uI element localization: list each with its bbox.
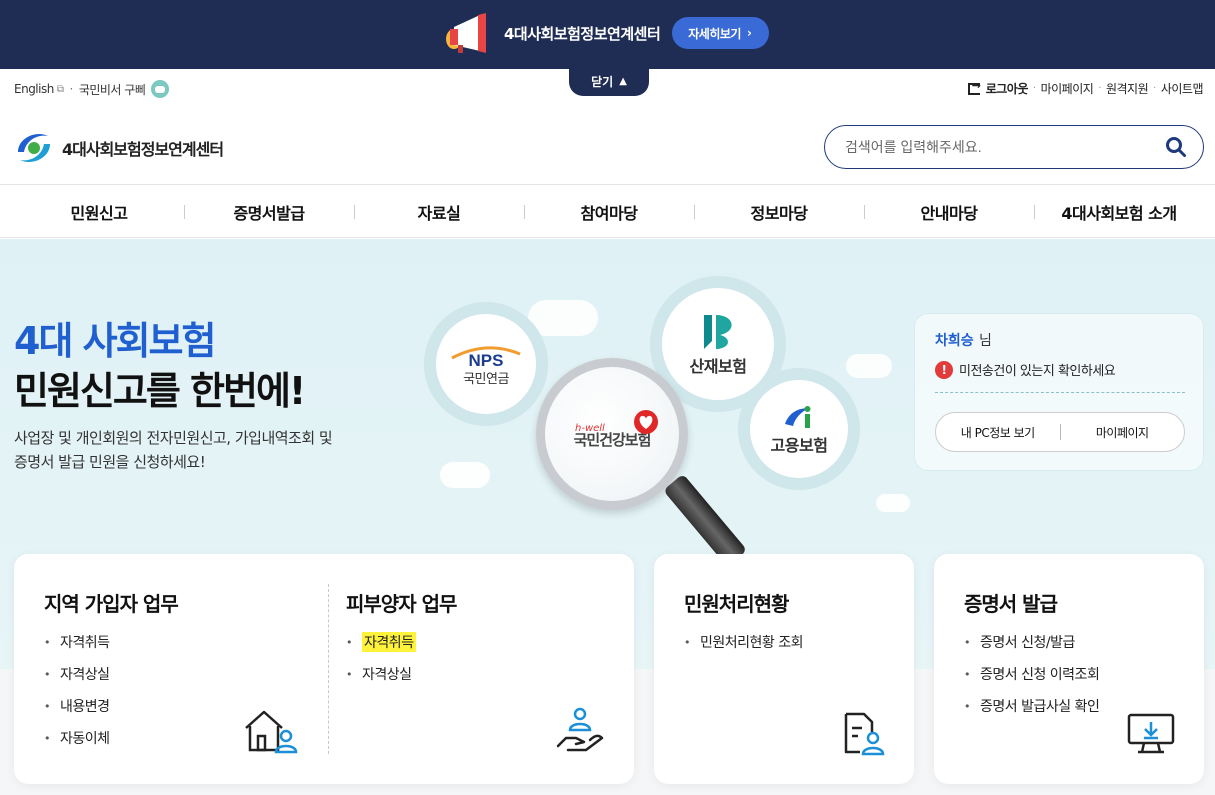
regional-list: 자격취득 자격상실 내용변경 자동이체 <box>44 626 110 754</box>
logout-label: 로그아웃 <box>985 82 1029 96</box>
cloud-decoration <box>876 494 910 512</box>
card-certificate: 증명서 발급 증명서 신청/발급 증명서 신청 이력조회 증명서 발급사실 확인 <box>934 554 1204 784</box>
remote-support-link[interactable]: 원격지원 <box>1106 80 1149 97</box>
nps-circle[interactable]: NPS 국민연금 <box>424 302 548 426</box>
alert-icon: ! <box>935 360 953 379</box>
nav-item-participation[interactable]: 참여마당 <box>524 185 694 239</box>
separator: · <box>1098 83 1101 94</box>
util-right: 로그아웃 · 마이페이지 · 원격지원 · 사이트맵 <box>967 79 1204 97</box>
chatbot-link[interactable]: 국민비서 구삐 <box>79 81 146 98</box>
chevron-up-icon: ▲ <box>619 75 627 87</box>
banner-close-button[interactable]: 닫기 ▲ <box>569 66 649 96</box>
hwell-logo-text: h-well <box>575 423 605 434</box>
user-mypage-button[interactable]: 마이페이지 <box>1061 424 1185 441</box>
card-divider <box>328 584 329 754</box>
house-user-icon <box>245 710 298 754</box>
nav-item-about[interactable]: 4대사회보험 소개 <box>1034 185 1204 239</box>
search-input[interactable] <box>845 139 1165 155</box>
top-banner: 4대사회보험정보연계센터 자세히보기 › <box>0 0 1215 69</box>
banner-more-button[interactable]: 자세히보기 › <box>672 17 770 49</box>
pc-info-button[interactable]: 내 PC정보 보기 <box>936 424 1060 441</box>
logo-mark-icon <box>18 133 50 163</box>
hand-user-icon <box>556 707 604 752</box>
status-title: 민원처리현황 <box>684 592 789 616</box>
user-suffix: 님 <box>979 333 992 349</box>
status-item-lookup[interactable]: 민원처리현황 조회 <box>684 626 804 658</box>
banner-more-label: 자세히보기 <box>688 26 741 41</box>
logout-icon <box>967 79 980 95</box>
english-link[interactable]: English <box>14 82 54 96</box>
banner-close-label: 닫기 <box>591 74 614 89</box>
cert-list: 증명서 신청/발급 증명서 신청 이력조회 증명서 발급사실 확인 <box>964 626 1100 722</box>
divider <box>935 392 1185 393</box>
unsent-alert[interactable]: ! 미전송건이 있는지 확인하세요 <box>935 360 1116 379</box>
dependent-item-lose[interactable]: 자격상실 <box>346 658 416 690</box>
mypage-link[interactable]: 마이페이지 <box>1041 80 1094 97</box>
banner-title: 4대사회보험정보연계센터 <box>504 24 661 43</box>
ei-logo-icon <box>785 406 811 428</box>
chevron-right-icon: › <box>746 26 752 40</box>
banner-content: 4대사회보험정보연계센터 자세히보기 › <box>440 13 770 53</box>
hero-title-line2: 민원신고를 한번에! <box>14 369 306 413</box>
regional-item-lose[interactable]: 자격상실 <box>44 658 110 690</box>
regional-item-change[interactable]: 내용변경 <box>44 690 110 722</box>
cert-item-verify[interactable]: 증명서 발급사실 확인 <box>964 690 1100 722</box>
user-panel: 차희승 님 ! 미전송건이 있는지 확인하세요 내 PC정보 보기 마이페이지 <box>914 313 1204 471</box>
separator: · <box>69 82 73 96</box>
ei-label: 고용보험 <box>770 436 828 455</box>
search-icon[interactable] <box>1165 136 1187 158</box>
logo-text: 4대사회보험정보연계센터 <box>62 140 224 159</box>
card-regional-dependent: 지역 가입자 업무 자격취득 자격상실 내용변경 자동이체 피부양자 업무 자격… <box>14 554 634 784</box>
nav-item-archive[interactable]: 자료실 <box>354 185 524 239</box>
kcomwel-logo-icon <box>704 315 732 349</box>
cloud-decoration <box>440 462 490 488</box>
chatbot-icon[interactable] <box>151 80 170 98</box>
regional-title: 지역 가입자 업무 <box>44 592 179 616</box>
nhis-heart-icon <box>634 410 658 434</box>
kcomwel-label: 산재보험 <box>689 357 747 376</box>
nps-logo-text: NPS <box>469 351 504 368</box>
alert-text: 미전송건이 있는지 확인하세요 <box>959 364 1116 379</box>
nav-item-info[interactable]: 정보마당 <box>694 185 864 239</box>
cert-title: 증명서 발급 <box>964 592 1058 616</box>
nav-item-guide[interactable]: 안내마당 <box>864 185 1034 239</box>
search-box <box>824 125 1204 169</box>
card-status: 민원처리현황 민원처리현황 조회 <box>654 554 914 784</box>
nps-label: 국민연금 <box>463 371 509 387</box>
cert-item-apply[interactable]: 증명서 신청/발급 <box>964 626 1099 658</box>
sitemap-link[interactable]: 사이트맵 <box>1161 80 1204 97</box>
logout-link[interactable]: 로그아웃 <box>967 79 1029 97</box>
dependent-list: 자격취득 자격상실 <box>346 626 416 690</box>
hero-title-line1: 4대 사회보험 <box>14 319 216 363</box>
megaphone-icon <box>446 13 486 53</box>
hero-desc-line2: 증명서 발급 민원을 신청하세요! <box>14 453 206 471</box>
dependent-item-acquire[interactable]: 자격취득 <box>346 626 416 658</box>
cert-item-history[interactable]: 증명서 신청 이력조회 <box>964 658 1100 690</box>
user-links: 내 PC정보 보기 마이페이지 <box>935 412 1185 452</box>
regional-item-autopay[interactable]: 자동이체 <box>44 722 110 754</box>
separator: · <box>1032 83 1036 94</box>
monitor-download-icon <box>1127 713 1175 754</box>
ei-circle[interactable]: 고용보험 <box>738 368 860 490</box>
cloud-decoration <box>846 354 892 378</box>
nav-item-complaint[interactable]: 민원신고 <box>14 185 184 239</box>
util-left: English ⧉ · 국민비서 구삐 <box>14 80 170 98</box>
nhis-magnifier[interactable]: h-well 국민건강보험 <box>536 358 688 510</box>
main-nav: 민원신고 증명서발급 자료실 참여마당 정보마당 안내마당 4대사회보험 소개 <box>0 184 1215 238</box>
regional-item-acquire[interactable]: 자격취득 <box>44 626 110 658</box>
nav-item-certificate[interactable]: 증명서발급 <box>184 185 354 239</box>
site-logo[interactable]: 4대사회보험정보연계센터 <box>14 128 224 168</box>
user-name: 차희승 <box>935 333 974 349</box>
hero-description: 사업장 및 개인회원의 전자민원신고, 가입내역조회 및 증명서 발급 민원을 … <box>14 426 394 474</box>
external-link-icon: ⧉ <box>56 83 64 95</box>
hero-desc-line1: 사업장 및 개인회원의 전자민원신고, 가입내역조회 및 <box>14 429 333 447</box>
highlighted-text: 자격취득 <box>362 632 416 652</box>
separator: · <box>1153 83 1156 94</box>
nps-logo-icon: NPS <box>451 345 521 368</box>
dependent-title: 피부양자 업무 <box>346 592 457 616</box>
document-user-icon <box>844 712 885 756</box>
status-list: 민원처리현황 조회 <box>684 626 804 658</box>
